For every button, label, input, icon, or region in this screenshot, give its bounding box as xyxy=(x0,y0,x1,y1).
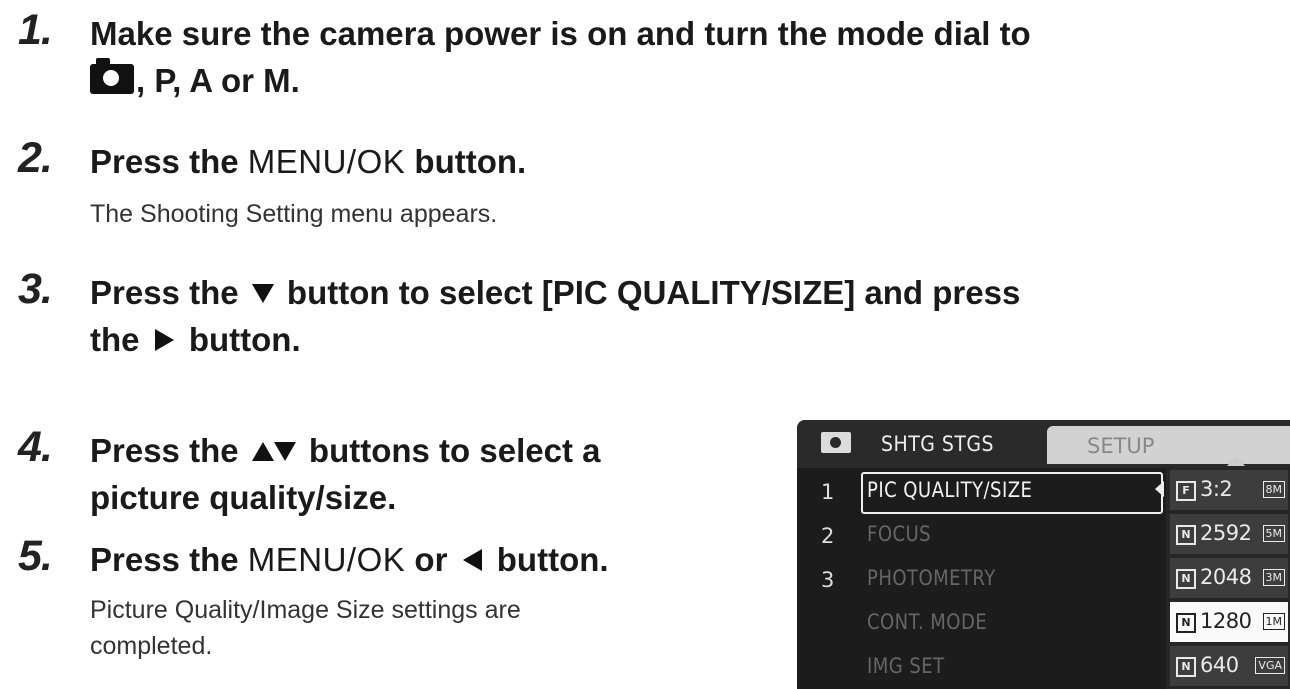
quality-icon: F xyxy=(1176,481,1196,501)
submenu-value: 2592 xyxy=(1200,521,1252,545)
size-badge: 8M xyxy=(1262,481,1285,498)
step-5-pre: Press the xyxy=(90,541,248,578)
down-triangle-icon xyxy=(273,441,296,461)
right-triangle-icon xyxy=(154,329,174,352)
step-text: Press the button to select [PIC QUALITY/… xyxy=(90,269,1020,363)
step-1-line-2: , P, A or M. xyxy=(136,62,300,99)
submenu-value: 2048 xyxy=(1200,565,1252,589)
tab-shooting-settings[interactable]: SHTG STGS xyxy=(867,424,1081,462)
step-number: 3. xyxy=(18,265,53,313)
step-text: Make sure the camera power is on and tur… xyxy=(90,10,1031,104)
size-badge: VGA xyxy=(1255,657,1285,674)
menu-row-number: 1 xyxy=(821,480,835,504)
step-3-line-2-pre: the xyxy=(90,321,149,358)
menu-row-label: IMG SET xyxy=(867,654,945,678)
step-4-pre: Press the xyxy=(90,432,248,469)
step-text: Press the MENU/OK button. xyxy=(90,138,526,185)
size-badge: 5M xyxy=(1262,525,1285,542)
menu-row-label: FOCUS xyxy=(867,522,932,546)
submenu-item-selected[interactable]: N 1280 1M xyxy=(1170,602,1288,642)
submenu-value: 1280 xyxy=(1200,609,1252,633)
up-triangle-icon xyxy=(251,441,274,461)
quality-icon: N xyxy=(1176,613,1196,633)
step-text: Press the MENU/OK or button. xyxy=(90,536,609,583)
step-number: 2. xyxy=(18,134,53,182)
submenu-value: 3:2 xyxy=(1200,477,1233,501)
step-2-pre: Press the xyxy=(90,143,248,180)
step-2-note: The Shooting Setting menu appears. xyxy=(90,200,498,228)
camera-lcd-screen: SETUP SHTG STGS 1 PIC QUALITY/SIZE 2 FOC… xyxy=(797,420,1290,689)
menu-row-number: 3 xyxy=(821,568,835,592)
submenu-value: 640 xyxy=(1200,653,1239,677)
step-4-post: buttons to select a xyxy=(299,432,601,469)
step-number: 4. xyxy=(18,423,53,471)
scroll-up-icon xyxy=(1227,456,1245,466)
size-badge: 3M xyxy=(1262,569,1285,586)
menu-row-number: 2 xyxy=(821,524,835,548)
size-badge: 1M xyxy=(1262,613,1285,630)
menu-row-label: PHOTOMETRY xyxy=(867,566,996,590)
step-number: 1. xyxy=(18,6,53,54)
quality-size-submenu: F 3:2 8M N 2592 5M N 2048 3M N 1280 1M N… xyxy=(1166,466,1290,689)
step-number: 5. xyxy=(18,532,53,580)
step-5-mid: or xyxy=(405,541,457,578)
quality-icon: N xyxy=(1176,657,1196,677)
selection-frame xyxy=(861,472,1163,514)
submenu-item[interactable]: N 2592 5M xyxy=(1170,514,1288,554)
step-5-note-line-1: Picture Quality/Image Size settings are xyxy=(90,596,521,624)
menu-ok-button-name: MENU/OK xyxy=(247,143,406,180)
step-3-pre: Press the xyxy=(90,274,248,311)
camera-icon xyxy=(90,58,134,94)
tab-setup[interactable]: SETUP xyxy=(1047,426,1290,464)
quality-icon: N xyxy=(1176,569,1196,589)
step-5-post: button. xyxy=(487,541,609,578)
menu-tab-bar: SETUP SHTG STGS xyxy=(797,420,1290,468)
step-3-line-2-post: button. xyxy=(179,321,301,358)
submenu-item[interactable]: N 2048 3M xyxy=(1170,558,1288,598)
step-3-mid: button to select [PIC QUALITY/SIZE] and … xyxy=(277,274,1021,311)
step-2-post: button. xyxy=(405,143,527,180)
submenu-item[interactable]: F 3:2 8M xyxy=(1170,470,1288,510)
step-text: Press the buttons to select a picture qu… xyxy=(90,427,600,521)
step-4-line-2: picture quality/size. xyxy=(90,479,397,516)
menu-row-label: CONT. MODE xyxy=(867,610,988,634)
down-triangle-icon xyxy=(251,283,274,303)
submenu-item[interactable]: N 640 VGA xyxy=(1170,646,1288,686)
step-1-line-1: Make sure the camera power is on and tur… xyxy=(90,15,1031,52)
left-triangle-icon xyxy=(462,549,482,572)
camera-icon xyxy=(821,432,851,453)
menu-ok-button-name: MENU/OK xyxy=(247,541,406,578)
step-5-note: Picture Quality/Image Size settings are … xyxy=(90,592,521,664)
quality-icon: N xyxy=(1176,525,1196,545)
step-5-note-line-2: completed. xyxy=(90,632,213,660)
left-pointer-icon xyxy=(1155,481,1164,497)
tab-setup-label: SETUP xyxy=(1087,434,1155,458)
tab-shooting-label: SHTG STGS xyxy=(881,432,995,456)
